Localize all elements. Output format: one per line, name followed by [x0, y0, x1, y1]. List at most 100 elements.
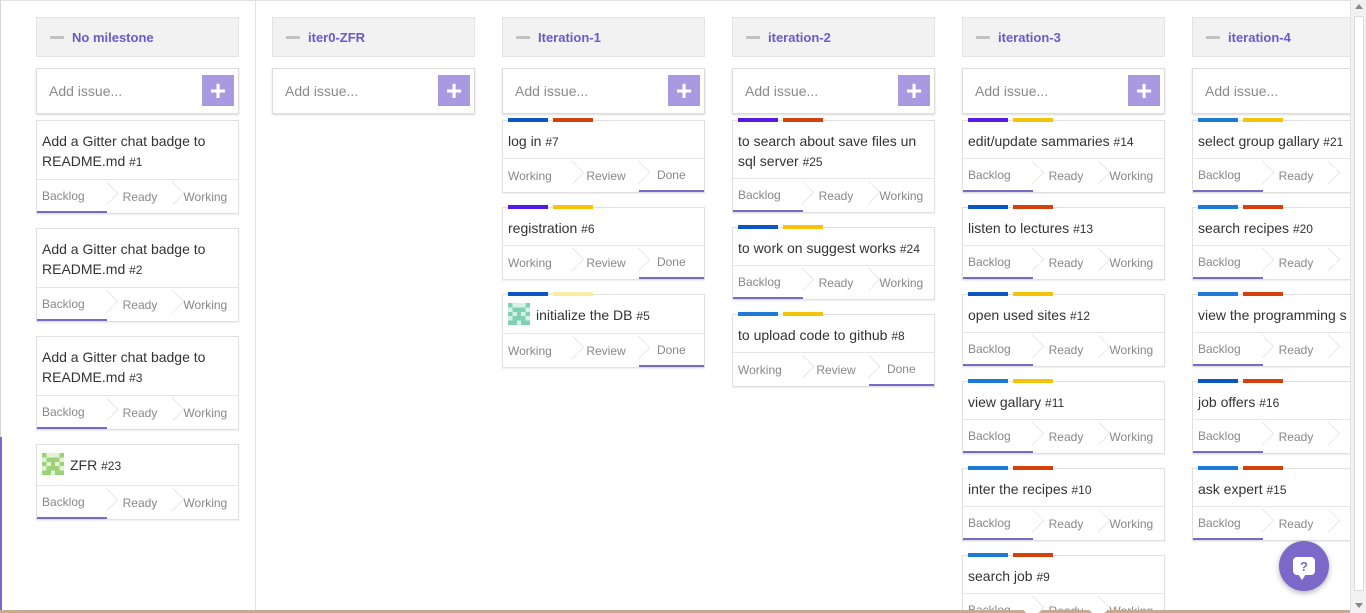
workflow-step[interactable]: Ready: [107, 486, 172, 519]
workflow-step[interactable]: Ready: [107, 288, 172, 321]
issue-title[interactable]: job offers: [1198, 394, 1255, 410]
workflow-step[interactable]: Ready: [1263, 246, 1328, 279]
collapse-icon[interactable]: [976, 35, 990, 39]
workflow-step[interactable]: Ready: [1033, 159, 1098, 192]
workflow-step[interactable]: Done: [638, 159, 704, 192]
issue-title-block[interactable]: to upload code to github #8: [733, 315, 934, 352]
issue-title[interactable]: inter the recipes: [968, 481, 1068, 497]
issue-title[interactable]: registration: [508, 220, 577, 236]
collapse-icon[interactable]: [1206, 35, 1220, 39]
issue-card[interactable]: listen to lectures #13 Backlog Ready Workin…: [962, 205, 1165, 280]
workflow-step[interactable]: Backlog: [1193, 507, 1264, 540]
workflow-step[interactable]: Working: [173, 180, 238, 213]
issue-title-block[interactable]: search recipes #20: [1193, 208, 1366, 245]
workflow-step[interactable]: Ready: [1033, 507, 1098, 540]
add-issue-button[interactable]: +: [668, 75, 700, 106]
workflow-step[interactable]: Done: [638, 246, 704, 279]
workflow-step[interactable]: Ready: [1263, 159, 1328, 192]
issue-title[interactable]: edit/update sammaries: [968, 133, 1110, 149]
workflow-step[interactable]: Backlog: [1193, 420, 1264, 453]
issue-title-block[interactable]: Add a Gitter chat badge to README.md #1: [37, 121, 238, 179]
scrollbar-thumb[interactable]: [1354, 16, 1364, 591]
workflow-step[interactable]: Review: [573, 334, 638, 367]
issue-card[interactable]: ask expert #15BacklogReadyW: [1192, 466, 1366, 541]
issue-card[interactable]: Add a Gitter chat badge to README.md #2 B…: [36, 228, 239, 322]
add-issue-input[interactable]: [733, 69, 893, 113]
issue-title-block[interactable]: inter the recipes #10: [963, 469, 1164, 506]
column-header[interactable]: No milestone: [36, 17, 239, 57]
workflow-step[interactable]: Ready: [1033, 420, 1098, 453]
issue-title[interactable]: view the programming s: [1198, 307, 1347, 323]
workflow-step[interactable]: Ready: [1263, 420, 1328, 453]
issue-title-block[interactable]: ZFR #23: [37, 445, 238, 485]
issue-title[interactable]: Add a Gitter chat badge to README.md: [42, 241, 205, 277]
issue-title-block[interactable]: registration #6: [503, 208, 704, 245]
workflow-step[interactable]: Backlog: [733, 266, 804, 299]
add-issue-input[interactable]: [273, 69, 433, 113]
workflow-step[interactable]: Working: [173, 486, 238, 519]
add-issue-input[interactable]: [1193, 69, 1353, 113]
workflow-step[interactable]: Ready: [1033, 333, 1098, 366]
issue-title-block[interactable]: search job #9: [963, 556, 1164, 593]
issue-title[interactable]: search job: [968, 568, 1033, 584]
workflow-step[interactable]: Backlog: [963, 420, 1034, 453]
issue-title-block[interactable]: log in #7: [503, 121, 704, 158]
issue-title-block[interactable]: edit/update sammaries #14: [963, 121, 1164, 158]
workflow-step[interactable]: Review: [573, 159, 638, 192]
column-header[interactable]: iteration-4: [1192, 17, 1366, 57]
column-header[interactable]: iter0-ZFR: [272, 17, 475, 57]
issue-card[interactable]: select group gallary #21BacklogReadyW: [1192, 118, 1366, 193]
add-issue-button[interactable]: +: [1128, 75, 1160, 106]
issue-card[interactable]: search recipes #20BacklogReadyW: [1192, 205, 1366, 280]
workflow-step[interactable]: Working: [1099, 507, 1164, 540]
issue-title-block[interactable]: view the programming s #17: [1193, 295, 1366, 332]
workflow-step[interactable]: Backlog: [1193, 159, 1264, 192]
issue-title-block[interactable]: to work on suggest works #24: [733, 228, 934, 265]
workflow-step[interactable]: Working: [869, 179, 934, 212]
workflow-step[interactable]: Backlog: [963, 159, 1034, 192]
issue-card[interactable]: inter the recipes #10 Backlog Ready Working: [962, 466, 1165, 541]
workflow-step[interactable]: Working: [1099, 246, 1164, 279]
issue-title-block[interactable]: select group gallary #21: [1193, 121, 1366, 158]
issue-card[interactable]: initialize the DB #5 Working Review Done: [502, 292, 705, 369]
issue-title-block[interactable]: job offers #16: [1193, 382, 1366, 419]
workflow-step[interactable]: Done: [638, 334, 704, 368]
column-header[interactable]: iteration-2: [732, 17, 935, 57]
issue-title-block[interactable]: view gallary #11: [963, 382, 1164, 419]
workflow-step[interactable]: Backlog: [963, 507, 1034, 540]
workflow-step[interactable]: Backlog: [733, 179, 804, 212]
collapse-icon[interactable]: [516, 35, 530, 39]
issue-title[interactable]: listen to lectures: [968, 220, 1069, 236]
scroll-up-arrow-icon[interactable]: [1355, 4, 1363, 9]
workflow-step[interactable]: Ready: [803, 266, 868, 299]
workflow-step[interactable]: Working: [173, 396, 238, 429]
workflow-step[interactable]: Backlog: [963, 333, 1034, 366]
workflow-step[interactable]: Review: [573, 246, 638, 279]
issue-card[interactable]: log in #7 Working Review Done: [502, 118, 705, 193]
workflow-step[interactable]: Ready: [107, 396, 172, 429]
workflow-step[interactable]: Backlog: [37, 396, 108, 429]
workflow-step[interactable]: Backlog: [37, 486, 108, 519]
issue-title[interactable]: initialize the DB: [536, 307, 633, 323]
issue-card[interactable]: view the programming s #17BacklogReadyW: [1192, 292, 1366, 367]
workflow-step[interactable]: Backlog: [1193, 333, 1264, 366]
workflow-step[interactable]: Backlog: [37, 180, 108, 213]
issue-title-block[interactable]: listen to lectures #13: [963, 208, 1164, 245]
issue-title[interactable]: log in: [508, 133, 541, 149]
issue-title-block[interactable]: Add a Gitter chat badge to README.md #2: [37, 229, 238, 287]
column-header[interactable]: iteration-3: [962, 17, 1165, 57]
issue-card[interactable]: view gallary #11 Backlog Ready Working: [962, 379, 1165, 454]
workflow-step[interactable]: Working: [869, 266, 934, 299]
workflow-step[interactable]: Working: [173, 288, 238, 321]
workflow-step[interactable]: Backlog: [963, 246, 1034, 279]
issue-title[interactable]: to search about save files un sql server: [738, 133, 916, 169]
issue-title-block[interactable]: ask expert #15: [1193, 469, 1366, 506]
collapse-icon[interactable]: [50, 35, 64, 39]
issue-title[interactable]: Add a Gitter chat badge to README.md: [42, 133, 205, 169]
help-button[interactable]: ?: [1279, 541, 1329, 591]
workflow-step[interactable]: Working: [503, 334, 573, 367]
issue-card[interactable]: Add a Gitter chat badge to README.md #3 B…: [36, 336, 239, 430]
workflow-step[interactable]: Working: [733, 353, 803, 386]
workflow-step[interactable]: Ready: [1263, 507, 1328, 540]
workflow-step[interactable]: Working: [1099, 159, 1164, 192]
